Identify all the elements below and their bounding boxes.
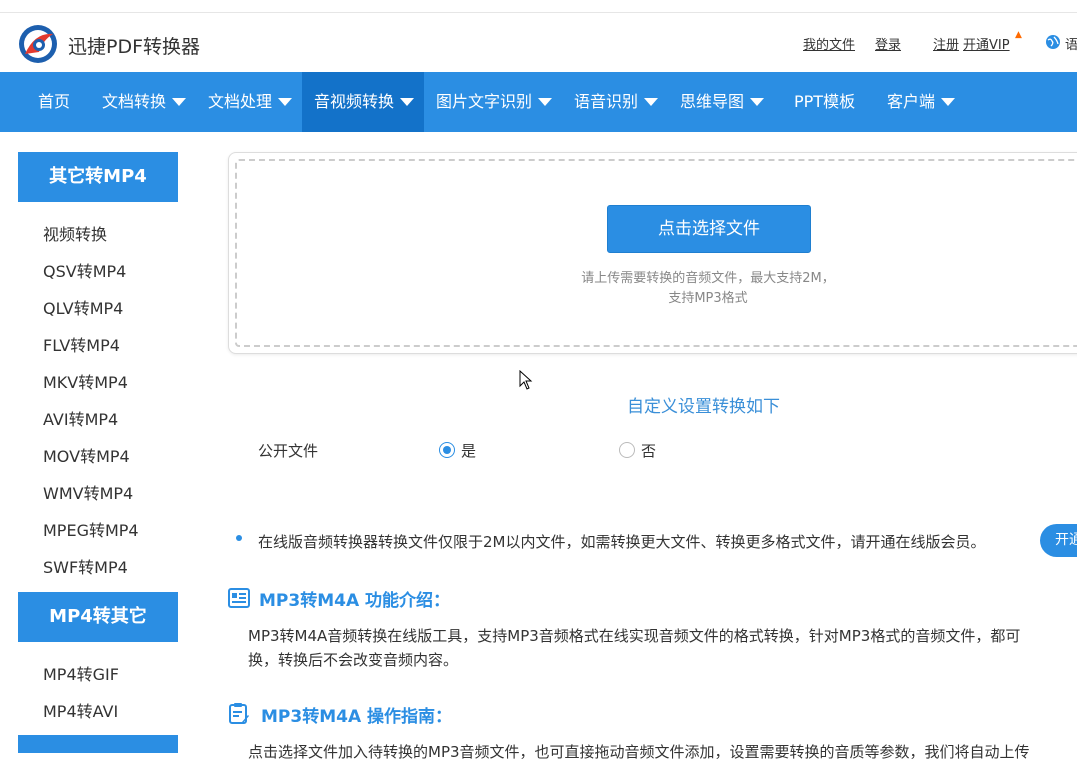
caret-down-icon (538, 97, 553, 106)
caret-down-icon (172, 97, 187, 106)
open-vip-button[interactable]: 开通 (1040, 524, 1077, 557)
doc-list-icon (228, 588, 250, 608)
fire-icon: ▲ (1015, 30, 1022, 40)
sidebar-item[interactable]: MP4转AVI (43, 698, 118, 722)
caret-down-icon (278, 97, 293, 106)
nav-client-label: 客户端 (887, 92, 936, 111)
register-link[interactable]: 注册 (933, 34, 959, 53)
brand-name[interactable]: 迅捷PDF转换器 (68, 32, 200, 59)
sidebar-item[interactable]: MP4转GIF (43, 661, 119, 685)
vip-link[interactable]: 开通VIP (963, 34, 1010, 53)
clipboard-edit-icon (229, 703, 249, 724)
language-link[interactable]: 语 (1065, 34, 1077, 53)
sidebar-item[interactable]: SWF转MP4 (43, 554, 128, 578)
cursor-icon (519, 370, 533, 390)
guide-line: 点击选择文件加入待转换的MP3音频文件，也可直接拖动音频文件添加，设置需要转换的… (248, 743, 1030, 761)
nav-doc-process-label: 文档处理 (208, 92, 273, 111)
caret-down-icon (644, 97, 659, 106)
sidebar-item[interactable]: FLV转MP4 (43, 332, 120, 356)
nav-doc-convert-label: 文档转换 (102, 92, 167, 111)
nav-av-convert-label: 音视频转换 (314, 92, 395, 111)
notice-text: 在线版音频转换器转换文件仅限于2M以内文件，如需转换更大文件、转换更多格式文件，… (258, 533, 986, 551)
nav-doc-convert[interactable]: 文档转换 (102, 72, 187, 132)
sidebar-group-title (18, 735, 178, 753)
nav-mindmap-label: 思维导图 (680, 92, 745, 111)
globe-icon[interactable] (1045, 34, 1061, 50)
nav-home[interactable]: 首页 (38, 72, 70, 132)
intro-line: 换，转换后不会改变音频内容。 (248, 651, 459, 669)
upload-dropzone[interactable] (228, 152, 1077, 354)
main-nav: 首页 文档转换 文档处理 音视频转换 图片文字识别 语音识别 思维导图 PPT模… (0, 72, 1077, 132)
intro-paragraph: MP3转M4A音频转换在线版工具，支持MP3音频格式在线实现音频文件的格式转换，… (248, 624, 1077, 672)
sidebar-item[interactable]: 视频转换 (43, 221, 107, 245)
dropzone-border (235, 159, 1077, 347)
public-file-label: 公开文件 (258, 442, 319, 460)
nav-doc-process[interactable]: 文档处理 (208, 72, 293, 132)
upload-hint: 请上传需要转换的音频文件，最大支持2M， (581, 271, 835, 286)
caret-down-icon (941, 97, 956, 106)
caret-down-icon (400, 97, 415, 106)
guide-title: MP3转M4A 操作指南： (261, 707, 453, 727)
nav-ppt-label: PPT模板 (794, 92, 856, 111)
upload-hint-format: 支持MP3格式 (668, 291, 748, 306)
login-link[interactable]: 登录 (875, 34, 901, 53)
caret-down-icon (750, 97, 765, 106)
nav-av-convert[interactable]: 音视频转换 (302, 72, 424, 132)
select-file-button[interactable]: 点击选择文件 (607, 205, 811, 253)
sidebar-item[interactable]: AVI转MP4 (43, 406, 118, 430)
my-files-link[interactable]: 我的文件 (803, 34, 855, 53)
sidebar-group-title: 其它转MP4 (18, 152, 178, 202)
logo-icon[interactable] (17, 24, 59, 64)
sidebar-item[interactable]: MOV转MP4 (43, 443, 130, 467)
header: 迅捷PDF转换器 我的文件 登录 注册 开通VIP ▲ 语 (0, 13, 1077, 72)
sidebar-item[interactable]: MPEG转MP4 (43, 517, 139, 541)
nav-speech-label: 语音识别 (574, 92, 639, 111)
sidebar-item[interactable]: MKV转MP4 (43, 369, 128, 393)
notice-bullet (236, 535, 242, 541)
sidebar-item[interactable]: QSV转MP4 (43, 258, 126, 282)
top-strip (0, 0, 1077, 13)
nav-home-label: 首页 (38, 92, 71, 111)
nav-client[interactable]: 客户端 (887, 72, 956, 132)
guide-paragraph: 点击选择文件加入待转换的MP3音频文件，也可直接拖动音频文件添加，设置需要转换的… (248, 740, 1077, 764)
intro-line: MP3转M4A音频转换在线版工具，支持MP3音频格式在线实现音频文件的格式转换，… (248, 627, 1021, 645)
nav-mindmap[interactable]: 思维导图 (680, 72, 765, 132)
intro-title: MP3转M4A 功能介绍： (259, 591, 451, 611)
nav-ppt[interactable]: PPT模板 (794, 72, 855, 132)
public-yes-label[interactable]: 是 (461, 440, 476, 461)
public-yes-radio[interactable] (439, 442, 455, 458)
nav-speech[interactable]: 语音识别 (574, 72, 659, 132)
sidebar-item[interactable]: QLV转MP4 (43, 295, 123, 319)
public-no-radio[interactable] (619, 442, 635, 458)
sidebar-item[interactable]: WMV转MP4 (43, 480, 133, 504)
nav-ocr-label: 图片文字识别 (436, 92, 533, 111)
sidebar-group-title: MP4转其它 (18, 592, 178, 642)
public-no-label[interactable]: 否 (641, 440, 656, 461)
nav-ocr[interactable]: 图片文字识别 (436, 72, 553, 132)
settings-title: 自定义设置转换如下 (627, 397, 780, 417)
